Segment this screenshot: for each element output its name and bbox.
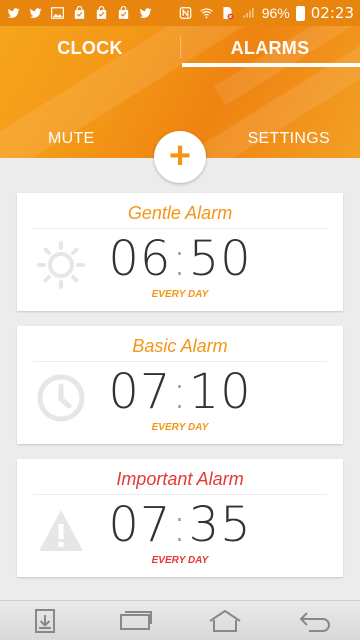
alarm-app-screen: 96% 02:23 CLOCK ALARMS MUTE SETTINGS + G…: [0, 0, 360, 640]
settings-button[interactable]: SETTINGS: [248, 130, 330, 148]
alarm-hours: 06: [108, 231, 172, 287]
status-time: 02:23: [310, 4, 354, 22]
alarm-title: Important Alarm: [116, 469, 244, 489]
alarm-repeat: EVERY DAY: [151, 289, 209, 300]
alarm-repeat: EVERY DAY: [151, 555, 209, 566]
recent-apps-icon[interactable]: [115, 606, 155, 636]
alarm-time: 07:10: [17, 364, 343, 420]
alarm-minutes: 35: [188, 497, 252, 553]
navigation-bar: [0, 600, 360, 640]
card-divider: [33, 228, 327, 229]
add-alarm-button[interactable]: +: [154, 131, 206, 183]
alarm-minutes: 50: [188, 231, 252, 287]
alarm-minutes: 10: [188, 364, 252, 420]
tab-divider: [180, 36, 181, 58]
alarm-time: 06:50: [17, 231, 343, 287]
time-colon: :: [171, 231, 189, 287]
twitter-icon: [6, 6, 21, 20]
alarm-hours: 07: [108, 497, 172, 553]
alarm-title: Gentle Alarm: [127, 203, 233, 223]
shopping-bag-icon: [116, 6, 131, 20]
tab-clock[interactable]: CLOCK: [0, 26, 180, 70]
system-icons: 96% 02:23: [178, 4, 354, 22]
mute-button[interactable]: MUTE: [48, 130, 95, 148]
signal-icon: [241, 6, 256, 20]
sim-icon: [220, 6, 235, 20]
notification-icons: [6, 6, 153, 20]
home-icon[interactable]: [205, 606, 245, 636]
alarm-time: 07:35: [17, 497, 343, 553]
nfc-icon: [178, 6, 193, 20]
twitter-icon: [138, 6, 153, 20]
card-divider: [33, 361, 327, 362]
wifi-icon: [199, 6, 214, 20]
plus-icon: +: [168, 134, 192, 177]
alarm-card[interactable]: Basic Alarm 07:10 EVERY DAY: [17, 326, 343, 444]
download-icon[interactable]: [25, 606, 65, 636]
battery-icon: [295, 5, 305, 21]
alarm-repeat: EVERY DAY: [151, 422, 209, 433]
alarm-hours: 07: [108, 364, 172, 420]
image-icon: [50, 6, 65, 20]
twitter-icon: [28, 6, 43, 20]
time-colon: :: [171, 364, 189, 420]
card-divider: [33, 494, 327, 495]
alarm-card[interactable]: Important Alarm 07:35 EVERY DAY: [17, 459, 343, 577]
shopping-bag-icon: [72, 6, 87, 20]
tab-active-indicator: [182, 63, 360, 67]
alarm-card[interactable]: Gentle Alarm 06:50 EVERY DAY: [17, 193, 343, 311]
shopping-bag-icon: [94, 6, 109, 20]
back-icon[interactable]: [295, 606, 335, 636]
status-bar: 96% 02:23: [0, 0, 360, 26]
alarm-title: Basic Alarm: [132, 336, 228, 356]
battery-percent: 96%: [261, 5, 290, 21]
time-colon: :: [171, 497, 189, 553]
